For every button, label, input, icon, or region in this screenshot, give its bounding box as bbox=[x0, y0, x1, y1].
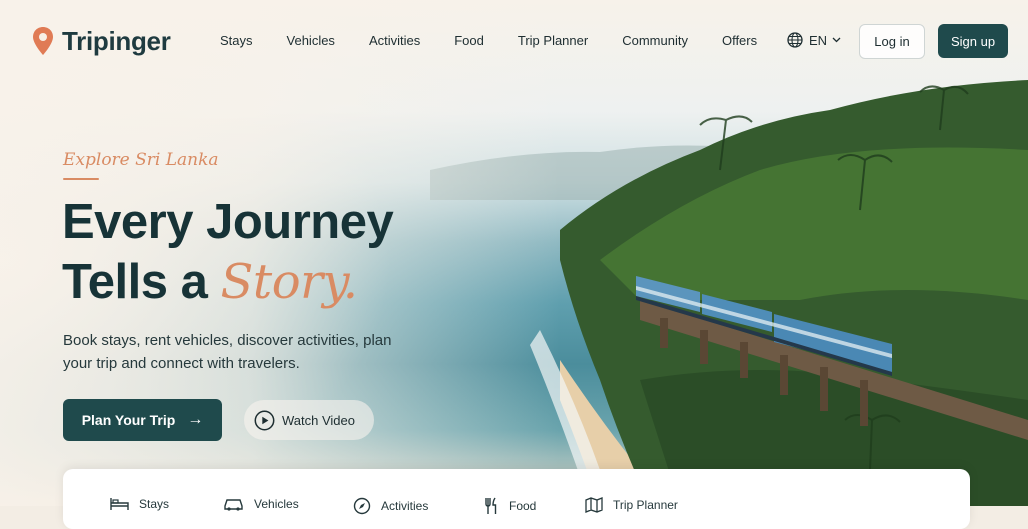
panel-tab-label: Trip Planner bbox=[613, 498, 678, 512]
headline-line-2-prefix: Tells a bbox=[62, 255, 208, 309]
watch-video-label: Watch Video bbox=[282, 412, 355, 428]
brand-logo[interactable]: Tripinger bbox=[32, 24, 171, 58]
nav-link-vehicles[interactable]: Vehicles bbox=[287, 33, 335, 48]
nav-link-trip-planner[interactable]: Trip Planner bbox=[518, 33, 588, 48]
language-selector[interactable]: EN bbox=[787, 32, 847, 48]
panel-tab-label: Stays bbox=[139, 497, 170, 511]
hero-eyebrow: Explore Sri Lanka bbox=[63, 150, 219, 170]
plan-your-trip-button[interactable]: Plan Your Trip → bbox=[63, 399, 222, 441]
panel-tab-activities[interactable]: Activities bbox=[353, 497, 428, 515]
arrow-right-icon: → bbox=[187, 411, 204, 428]
search-panel: Stays Vehicles Activities Food Trip Plan… bbox=[63, 469, 970, 529]
play-circle-icon bbox=[254, 410, 275, 430]
panel-tab-vehicles[interactable]: Vehicles bbox=[223, 497, 299, 511]
headline-accent: Story. bbox=[220, 254, 359, 310]
hero-headline: Every Journey Tells a Story. bbox=[62, 192, 394, 312]
map-icon bbox=[585, 497, 603, 513]
panel-tab-trip-planner[interactable]: Trip Planner bbox=[585, 497, 678, 513]
login-button[interactable]: Log in bbox=[859, 24, 925, 59]
compass-icon bbox=[353, 497, 371, 515]
panel-tab-label: Vehicles bbox=[254, 497, 299, 511]
nav-link-community[interactable]: Community bbox=[622, 33, 688, 48]
globe-icon bbox=[787, 32, 803, 48]
main-menu: Stays Vehicles Activities Food Trip Plan… bbox=[220, 33, 791, 48]
headline-line-1: Every Journey bbox=[62, 195, 394, 249]
language-code: EN bbox=[809, 32, 828, 48]
panel-tab-food[interactable]: Food bbox=[483, 497, 536, 515]
signup-button[interactable]: Sign up bbox=[938, 24, 1008, 58]
hero-subtext: Book stays, rent vehicles, discover acti… bbox=[63, 332, 392, 372]
panel-tab-label: Activities bbox=[381, 499, 429, 513]
watch-video-button[interactable]: Watch Video bbox=[244, 400, 374, 440]
chevron-down-icon bbox=[832, 37, 841, 43]
nav-link-food[interactable]: Food bbox=[454, 33, 484, 48]
nav-link-activities[interactable]: Activities bbox=[369, 33, 420, 48]
panel-tab-label: Food bbox=[509, 499, 537, 513]
brand-name: Tripinger bbox=[62, 25, 171, 56]
plan-your-trip-label: Plan Your Trip bbox=[81, 412, 176, 428]
panel-tab-stays[interactable]: Stays bbox=[110, 497, 169, 511]
car-icon bbox=[224, 499, 243, 511]
bed-icon bbox=[110, 498, 129, 510]
utensils-icon bbox=[485, 497, 497, 514]
map-pin-icon bbox=[33, 27, 53, 55]
nav-link-stays[interactable]: Stays bbox=[220, 33, 253, 48]
headline-line-2: Tells a Story. bbox=[62, 252, 393, 312]
eyebrow-underline bbox=[63, 178, 99, 180]
nav-link-offers[interactable]: Offers bbox=[722, 33, 757, 48]
top-navbar: Tripinger Stays Vehicles Activities Food… bbox=[0, 0, 1028, 82]
